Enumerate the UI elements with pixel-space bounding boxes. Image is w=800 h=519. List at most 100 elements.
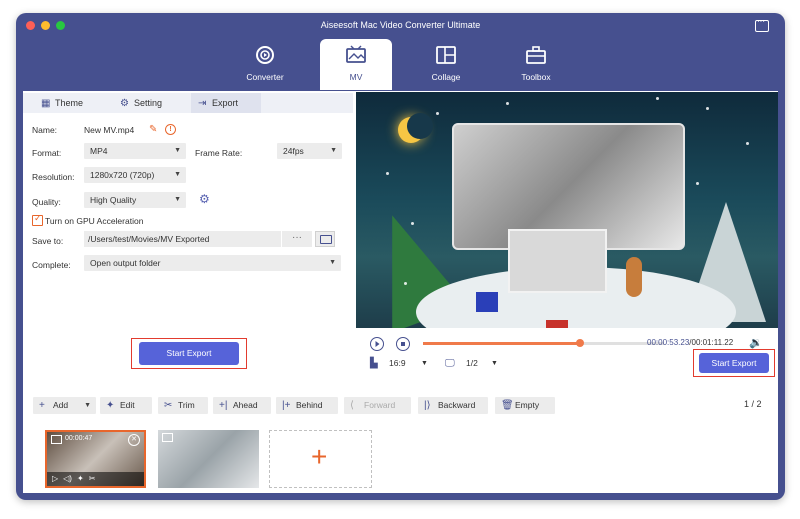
- time-readout: 00:00:53.23/00:01:11.22: [647, 338, 733, 347]
- clip-thumbnail[interactable]: [158, 430, 259, 488]
- panel-tabs: ▦ Theme ⚙ Setting ⇥ Export: [23, 93, 353, 113]
- save-to-label: Save to:: [32, 236, 64, 246]
- tab-theme[interactable]: ▦ Theme: [41, 93, 83, 113]
- play-icon[interactable]: ▷: [52, 474, 58, 483]
- progress-handle[interactable]: [575, 339, 584, 347]
- edit-label: Edit: [120, 400, 135, 410]
- browse-more-button[interactable]: ···: [281, 231, 312, 247]
- name-label: Name:: [32, 125, 58, 135]
- gpu-checkbox[interactable]: [32, 213, 43, 226]
- current-time: 00:00:53.23: [647, 338, 690, 347]
- volume-icon[interactable]: ◁): [63, 474, 72, 483]
- chevron-down-icon: ▼: [330, 147, 337, 154]
- format-label: Format:: [32, 148, 62, 158]
- progress-bar[interactable]: [423, 339, 664, 347]
- resolution-value: 1280x720 (720p): [90, 170, 155, 180]
- toolbox-icon: [526, 46, 546, 64]
- tab-converter-label: Converter: [246, 72, 284, 82]
- save-path-field[interactable]: /Users/test/Movies/MV Exported: [84, 231, 281, 247]
- video-preview[interactable]: [356, 92, 778, 328]
- open-folder-button[interactable]: [315, 231, 335, 247]
- total-time: /00:01:11.22: [689, 338, 734, 347]
- format-value: MP4: [90, 146, 108, 156]
- quality-select[interactable]: High Quality ▼: [84, 192, 186, 208]
- chevron-down-icon[interactable]: ▼: [421, 360, 428, 367]
- scissors-icon[interactable]: ✂: [89, 474, 96, 483]
- backward-button[interactable]: |⟩ Backward: [418, 397, 488, 414]
- title-bar: Aiseesoft Mac Video Converter Ultimate: [16, 13, 785, 39]
- clip-thumbnail[interactable]: 00:00:47 ✕ ▷ ◁) ✦ ✂: [45, 430, 146, 488]
- collage-icon: [436, 46, 456, 64]
- ahead-label: Ahead: [233, 400, 258, 410]
- clip-duration: 00:00:47: [65, 435, 93, 442]
- empty-button[interactable]: 🗑 Empty: [495, 397, 555, 414]
- screen-icon: 🖵: [445, 358, 455, 369]
- gift-graphic: [546, 320, 568, 328]
- add-clip-placeholder[interactable]: +: [269, 430, 372, 488]
- quality-value: High Quality: [90, 195, 137, 205]
- tab-toolbox[interactable]: Toolbox: [500, 39, 572, 90]
- tab-converter[interactable]: Converter: [229, 39, 301, 90]
- behind-icon: |+: [282, 400, 291, 411]
- volume-icon[interactable]: 🔉: [749, 336, 763, 349]
- chat-icon[interactable]: [755, 17, 769, 32]
- chevron-down-icon[interactable]: ▼: [491, 360, 498, 367]
- chevron-down-icon: ▼: [174, 196, 181, 203]
- complete-value: Open output folder: [90, 258, 161, 268]
- magic-wand-icon[interactable]: ✦: [77, 474, 84, 483]
- export-icon: ⇥: [198, 98, 207, 109]
- trash-icon: 🗑: [501, 400, 514, 411]
- backward-label: Backward: [438, 400, 476, 410]
- tab-mv[interactable]: MV: [320, 39, 392, 90]
- tab-export[interactable]: ⇥ Export: [191, 93, 261, 113]
- app-title: Aiseesoft Mac Video Converter Ultimate: [320, 20, 481, 30]
- trim-button[interactable]: ✂ Trim: [158, 397, 208, 414]
- format-select[interactable]: MP4 ▼: [84, 143, 186, 159]
- behind-label: Behind: [296, 400, 323, 410]
- player-controls: 00:00:53.23/00:01:11.22 🔉 ▙ 16:9 ▼ 🖵 1/2…: [356, 328, 778, 380]
- film-icon: [162, 433, 173, 442]
- tab-collage-label: Collage: [431, 72, 461, 82]
- progress-fill: [423, 342, 580, 345]
- complete-select[interactable]: Open output folder ▼: [84, 255, 341, 271]
- screen-value[interactable]: 1/2: [466, 358, 478, 368]
- plus-icon: +: [39, 400, 45, 411]
- resolution-label: Resolution:: [32, 172, 75, 182]
- stop-button[interactable]: [396, 337, 410, 351]
- folder-icon: [320, 235, 332, 244]
- behind-button[interactable]: |+ Behind: [276, 397, 338, 414]
- start-export-button-right[interactable]: Start Export: [699, 353, 769, 373]
- tab-toolbox-label: Toolbox: [521, 72, 551, 82]
- forward-label: Forward: [364, 400, 396, 410]
- stop-icon: [401, 342, 405, 346]
- tab-collage[interactable]: Collage: [410, 39, 482, 90]
- edit-button[interactable]: ✦ Edit: [100, 397, 152, 414]
- tab-export-label: Export: [212, 98, 239, 108]
- aspect-ratio-value[interactable]: 16:9: [389, 358, 406, 368]
- theme-icon: ▦: [41, 98, 51, 109]
- forward-button[interactable]: ⟨ Forward: [344, 397, 411, 414]
- frame-rate-value: 24fps: [283, 146, 304, 156]
- edit-name-icon[interactable]: ✎: [149, 124, 157, 135]
- quality-label: Quality:: [32, 197, 61, 207]
- export-panel: ▦ Theme ⚙ Setting ⇥ Export Name: New MV.mp4…: [23, 91, 353, 379]
- tab-theme-label: Theme: [55, 98, 84, 108]
- chevron-down-icon: ▼: [174, 147, 181, 154]
- quality-settings-icon[interactable]: ⚙: [199, 192, 210, 206]
- ahead-button[interactable]: +| Ahead: [213, 397, 271, 414]
- add-button[interactable]: + Add ▼: [33, 397, 96, 414]
- resolution-select[interactable]: 1280x720 (720p) ▼: [84, 167, 186, 183]
- gift-graphic: [476, 292, 498, 312]
- close-icon[interactable]: ✕: [128, 434, 140, 446]
- info-icon[interactable]: !: [165, 124, 176, 135]
- tab-setting[interactable]: ⚙ Setting: [120, 93, 162, 113]
- frame-rate-select[interactable]: 24fps ▼: [277, 143, 342, 159]
- board-graphic: [508, 229, 607, 293]
- magic-wand-icon: ✦: [106, 400, 115, 411]
- frame-rate-label: Frame Rate:: [195, 148, 243, 158]
- ahead-icon: +|: [219, 400, 228, 411]
- play-button[interactable]: [370, 337, 384, 351]
- mv-icon: [346, 45, 366, 63]
- aspect-ratio-icon: ▙: [370, 358, 378, 369]
- start-export-button[interactable]: Start Export: [139, 342, 239, 365]
